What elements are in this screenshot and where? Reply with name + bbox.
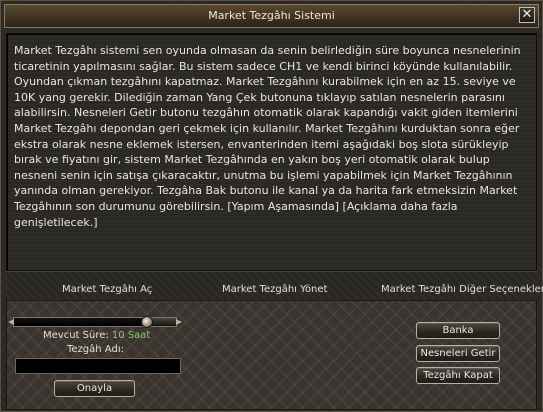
window-title: Market Tezgâhı Sistemi <box>208 9 335 22</box>
duration-label: Mevcut Süre: <box>43 330 109 341</box>
tab-manage-stall[interactable]: Market Tezgâhı Yönet <box>222 284 327 295</box>
title-bar[interactable]: Market Tezgâhı Sistemi ✕ <box>4 4 539 28</box>
bank-button[interactable]: Banka <box>416 322 500 339</box>
description-panel: Market Tezgâhı sistemi sen oyunda olmasa… <box>6 33 537 271</box>
close-button[interactable]: ✕ <box>519 7 535 23</box>
duration-slider-fill <box>14 318 147 326</box>
slider-knob-icon[interactable] <box>141 316 153 328</box>
fetch-items-button[interactable]: Nesneleri Getir <box>416 345 500 362</box>
close-icon: ✕ <box>521 7 533 22</box>
close-stall-button[interactable]: Tezgâhı Kapat <box>416 367 500 384</box>
duration-value: 10 Saat <box>111 330 151 341</box>
approve-button[interactable]: Onayla <box>54 380 135 397</box>
description-text: Market Tezgâhı sistemi sen oyunda olmasa… <box>14 44 521 229</box>
stall-name-input[interactable] <box>15 358 181 374</box>
market-stall-window: Market Tezgâhı Sistemi ✕ Market Tezgâhı … <box>0 0 543 412</box>
duration-row: Mevcut Süre: 10 Saat <box>43 330 150 341</box>
tab-other-options[interactable]: Market Tezgâhı Diğer Seçenekler <box>381 284 543 295</box>
stall-name-label: Tezgâh Adı: <box>67 344 124 355</box>
tab-open-stall[interactable]: Market Tezgâhı Aç <box>62 284 152 295</box>
